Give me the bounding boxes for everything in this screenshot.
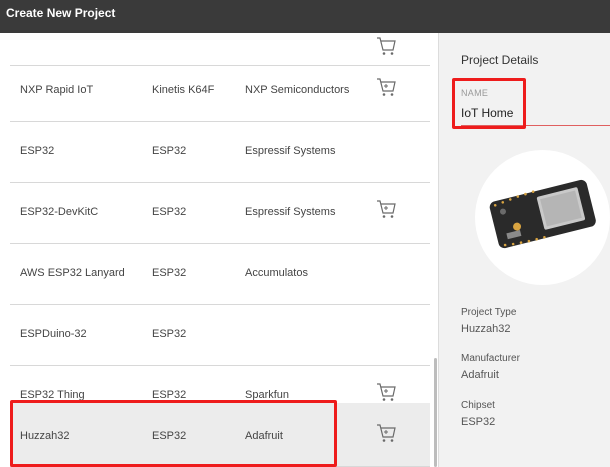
cart-icon[interactable] (375, 422, 397, 444)
board-name: ESP32-DevKitC (20, 206, 99, 218)
board-name: ESP32 Thing (20, 389, 85, 401)
list-row[interactable]: ESP32 ESP32 Espressif Systems (10, 122, 430, 183)
name-field-underline (461, 125, 610, 126)
board-chip: ESP32 (152, 389, 187, 401)
board-manufacturer: Accumulatos (245, 267, 308, 279)
project-type-value: Huzzah32 (461, 323, 511, 335)
board-name: AWS ESP32 Lanyard (20, 267, 125, 279)
board-chip: ESP32 (152, 145, 187, 157)
board-chip: ESP32 (152, 206, 187, 218)
details-title: Project Details (461, 53, 539, 67)
cart-icon[interactable] (375, 381, 397, 403)
project-type-label: Project Type (461, 307, 517, 318)
board-manufacturer: Sparkfun (245, 389, 290, 401)
list-row[interactable]: ESPDuino-32 ESP32 (10, 305, 430, 366)
board-manufacturer: Espressif Systems (245, 145, 336, 157)
cart-icon[interactable] (375, 35, 397, 57)
board-image-frame (475, 150, 610, 285)
list-row[interactable]: AWS ESP32 Lanyard ESP32 Accumulatos (10, 244, 430, 305)
board-chip: ESP32 (152, 267, 187, 279)
board-list: NXP Rapid IoT Kinetis K64F NXP Semicondu… (10, 33, 430, 467)
list-row[interactable]: ESP32-DevKitC ESP32 Espressif Systems (10, 183, 430, 244)
name-field-label: NAME (461, 88, 489, 98)
board-name: ESPDuino-32 (20, 328, 87, 340)
name-field[interactable]: IoT Home (461, 106, 513, 120)
manufacturer-label: Manufacturer (461, 353, 520, 364)
scrollbar-thumb[interactable] (434, 358, 437, 467)
board-image (489, 179, 596, 249)
cart-icon[interactable] (375, 198, 397, 220)
list-row-selected[interactable]: Huzzah32 ESP32 Adafruit (10, 403, 430, 467)
board-manufacturer: Espressif Systems (245, 206, 336, 218)
board-manufacturer: Adafruit (245, 430, 283, 442)
cart-icon[interactable] (375, 76, 397, 98)
chipset-label: Chipset (461, 400, 495, 411)
window-title: Create New Project (6, 6, 116, 20)
board-manufacturer: NXP Semiconductors (245, 84, 350, 96)
board-chip: ESP32 (152, 328, 187, 340)
chipset-value: ESP32 (461, 416, 496, 428)
list-row[interactable]: NXP Rapid IoT Kinetis K64F NXP Semicondu… (10, 61, 430, 122)
board-name: ESP32 (20, 145, 55, 157)
manufacturer-value: Adafruit (461, 369, 499, 381)
board-chip: ESP32 (152, 430, 187, 442)
board-chip: Kinetis K64F (152, 84, 215, 96)
board-name: Huzzah32 (20, 430, 70, 442)
board-name: NXP Rapid IoT (20, 84, 94, 96)
title-bar: Create New Project (0, 0, 610, 33)
